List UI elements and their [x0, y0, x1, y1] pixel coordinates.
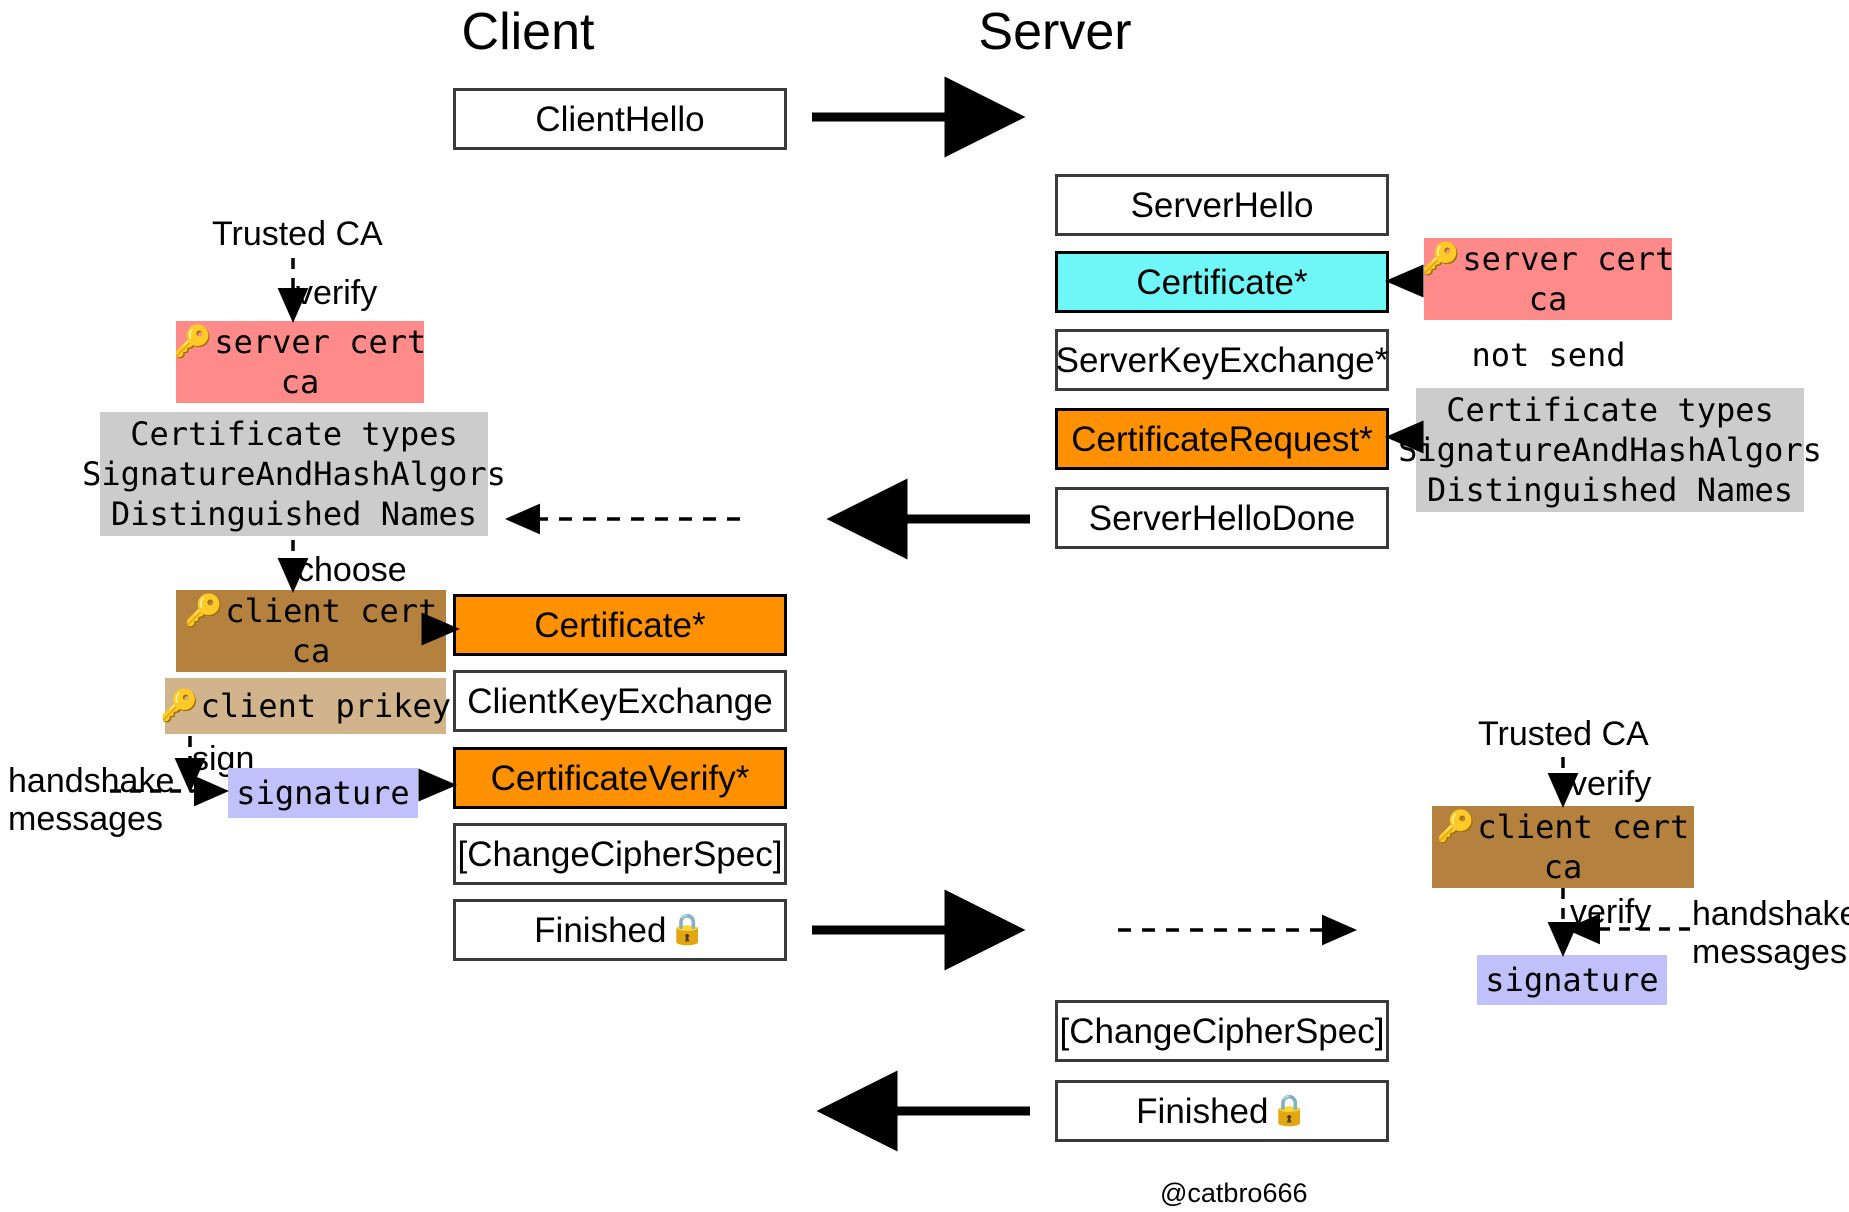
- server-cert-request-param-0: Certificate types: [1446, 391, 1774, 429]
- client-message-certificate-verify-label: CertificateVerify*: [490, 758, 750, 798]
- server-message-server-hello-label: ServerHello: [1130, 185, 1314, 225]
- server-cert-request-params-box: Certificate types SignatureAndHashAlgors…: [1398, 388, 1822, 512]
- key-icon: 🔑: [159, 687, 199, 724]
- server-message-server-key-exchange[interactable]: ServerKeyExchange*: [1055, 329, 1389, 391]
- client-client-cert-line1: client cert: [225, 592, 438, 630]
- key-icon: 🔑: [1421, 240, 1461, 277]
- server-signature-label: signature: [1485, 961, 1659, 999]
- client-client-cert-box: 🔑 client cert ca: [176, 590, 446, 672]
- client-signature-box: signature: [228, 768, 418, 818]
- client-choose-label: choose: [297, 551, 407, 589]
- server-handshake-messages-label: handshake messages: [1692, 895, 1849, 971]
- server-cert-request-param-1: SignatureAndHashAlgors: [1398, 431, 1822, 469]
- server-server-cert-box: 🔑 server cert ca: [1421, 238, 1675, 320]
- client-trusted-ca-label: Trusted CA: [212, 215, 383, 253]
- client-message-certificate-label: Certificate*: [534, 605, 706, 645]
- client-message-change-cipher-spec[interactable]: [ChangeCipherSpec]: [453, 823, 787, 885]
- server-message-server-hello-done[interactable]: ServerHelloDone: [1055, 487, 1389, 549]
- server-message-certificate[interactable]: Certificate*: [1055, 251, 1389, 313]
- client-handshake-messages-label: handshake messages: [8, 762, 178, 838]
- client-message-client-hello-label: ClientHello: [535, 99, 705, 139]
- server-handshake-messages-line1: handshake: [1692, 895, 1849, 933]
- client-cert-request-param-1: SignatureAndHashAlgors: [82, 455, 506, 493]
- client-client-cert-line2: ca: [291, 632, 331, 670]
- lock-icon: 🔒: [1270, 1094, 1308, 1127]
- footer-credit: @catbro666: [1160, 1178, 1308, 1208]
- client-verify-label: verify: [296, 274, 378, 312]
- server-message-server-hello[interactable]: ServerHello: [1055, 174, 1389, 236]
- client-cert-request-params-box: Certificate types SignatureAndHashAlgors…: [82, 412, 506, 536]
- key-icon: 🔑: [173, 323, 213, 360]
- server-cert-request-param-2: Distinguished Names: [1426, 471, 1794, 509]
- server-not-send-text: not send: [1471, 336, 1626, 374]
- client-message-client-key-exchange[interactable]: ClientKeyExchange: [453, 670, 787, 732]
- server-message-certificate-request[interactable]: CertificateRequest*: [1055, 408, 1389, 470]
- key-icon: 🔑: [184, 592, 224, 629]
- server-message-finished-label: Finished: [1136, 1091, 1269, 1131]
- server-message-server-hello-done-label: ServerHelloDone: [1088, 498, 1356, 538]
- server-column-title: Server: [978, 3, 1132, 61]
- client-server-cert-line1: server cert: [214, 323, 427, 361]
- client-message-client-hello[interactable]: ClientHello: [453, 88, 787, 150]
- client-handshake-messages-line2: messages: [8, 800, 163, 839]
- client-message-certificate[interactable]: Certificate*: [453, 594, 787, 656]
- client-message-finished-label: Finished: [534, 910, 667, 950]
- client-server-cert-box: 🔑 server cert ca: [173, 321, 427, 403]
- server-client-cert-line2: ca: [1543, 848, 1583, 886]
- client-message-certificate-verify[interactable]: CertificateVerify*: [453, 747, 787, 809]
- client-message-finished[interactable]: Finished 🔒: [453, 899, 787, 961]
- client-message-client-key-exchange-label: ClientKeyExchange: [467, 681, 773, 721]
- client-prikey-box: 🔑 client prikey: [160, 678, 451, 734]
- client-cert-request-param-2: Distinguished Names: [110, 495, 478, 533]
- server-server-cert-line1: server cert: [1462, 240, 1675, 278]
- client-message-change-cipher-spec-label: [ChangeCipherSpec]: [457, 834, 783, 874]
- client-handshake-messages-line1: handshake: [8, 762, 175, 800]
- server-client-cert-box: 🔑 client cert ca: [1432, 806, 1694, 888]
- lock-icon: 🔒: [668, 913, 706, 946]
- tls-handshake-diagram: Client Server ClientHello Certificate* C…: [0, 0, 1849, 1212]
- key-icon: 🔑: [1436, 808, 1476, 845]
- server-message-server-key-exchange-label: ServerKeyExchange*: [1055, 340, 1389, 380]
- client-column-title: Client: [461, 3, 595, 61]
- server-message-certificate-request-label: CertificateRequest*: [1071, 419, 1373, 459]
- client-cert-request-param-0: Certificate types: [130, 415, 458, 453]
- server-message-change-cipher-spec[interactable]: [ChangeCipherSpec]: [1055, 1000, 1389, 1062]
- server-verify-bottom-label: verify: [1570, 893, 1652, 931]
- server-message-certificate-label: Certificate*: [1136, 262, 1308, 302]
- server-handshake-messages-line2: messages: [1692, 933, 1847, 972]
- server-trusted-ca-label: Trusted CA: [1478, 715, 1649, 753]
- server-server-cert-line2: ca: [1528, 280, 1568, 318]
- client-server-cert-line2: ca: [280, 363, 320, 401]
- client-signature-label: signature: [236, 774, 410, 812]
- server-message-change-cipher-spec-label: [ChangeCipherSpec]: [1059, 1011, 1385, 1051]
- server-message-finished[interactable]: Finished 🔒: [1055, 1080, 1389, 1142]
- server-not-send-label: not send: [1461, 334, 1636, 376]
- client-prikey-label: client prikey: [200, 687, 452, 725]
- server-client-cert-line1: client cert: [1477, 808, 1690, 846]
- server-verify-top-label: verify: [1570, 765, 1652, 803]
- server-signature-box: signature: [1477, 955, 1667, 1005]
